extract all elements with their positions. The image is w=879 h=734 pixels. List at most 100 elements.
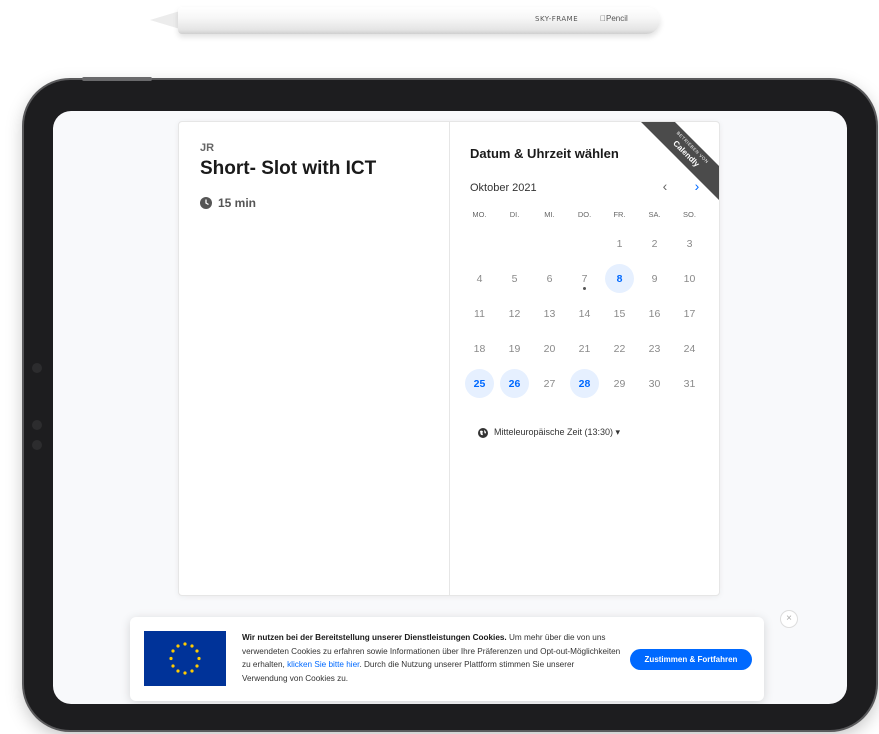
ipad-screen: JR Short- Slot with ICT 15 min Datum & U… — [53, 111, 847, 704]
calendar-week-row: 18 19 20 21 22 23 24 — [462, 331, 707, 366]
cookie-message-bold: Wir nutzen bei der Bereitstellung unsere… — [242, 633, 507, 642]
weekday-label: MI. — [544, 210, 555, 219]
duration-label: 15 min — [218, 196, 257, 210]
calendar-day-number: 26 — [500, 369, 529, 398]
calendar-day: 13 — [532, 296, 567, 331]
calendar-day: 6 — [532, 261, 567, 296]
calendar-day-number: 21 — [578, 342, 591, 355]
calendar-empty-cell — [497, 226, 532, 261]
ipad-sensor — [32, 420, 42, 430]
ipad-volume-button-2 — [122, 77, 152, 81]
eu-flag-icon — [144, 631, 226, 686]
calendar-day: 20 — [532, 331, 567, 366]
calendar-day: 19 — [497, 331, 532, 366]
calendar-day-number: 2 — [651, 237, 658, 250]
event-details-panel: JR Short- Slot with ICT 15 min — [179, 122, 450, 595]
calendar-day-number: 20 — [543, 342, 556, 355]
calendar-panel: Datum & Uhrzeit wählen Oktober 2021 ‹ › … — [450, 122, 719, 595]
calendar-day: 3 — [672, 226, 707, 261]
event-title: Short- Slot with ICT — [200, 158, 377, 179]
calendar-day-available[interactable]: 26 — [497, 366, 532, 401]
calendar-day: 16 — [637, 296, 672, 331]
calendar-day-number: 12 — [508, 307, 521, 320]
ipad-frame: JR Short- Slot with ICT 15 min Datum & U… — [24, 77, 876, 730]
calendar-day: 1 — [602, 226, 637, 261]
clock-icon — [200, 197, 212, 209]
calendar-day: 11 — [462, 296, 497, 331]
calendar-day-number: 4 — [476, 272, 483, 285]
calendar-day-number: 19 — [508, 342, 521, 355]
cookie-policy-link[interactable]: klicken Sie bitte hier — [287, 660, 359, 669]
month-label: Oktober 2021 — [470, 182, 537, 194]
weekday-label: DI. — [509, 210, 520, 219]
close-icon[interactable]: × — [780, 610, 798, 628]
calendar-day-number: 30 — [648, 377, 661, 390]
calendly-ribbon[interactable]: BETRIEBEN VON Calendly — [633, 122, 719, 207]
ribbon-powered-by: BETRIEBEN VON — [675, 130, 710, 165]
timezone-selector[interactable]: Mitteleuropäische Zeit (13:30) ▾ — [478, 427, 620, 438]
calendar-day: 9 — [637, 261, 672, 296]
calendar-day: 10 — [672, 261, 707, 296]
calendar-day-available[interactable]: 28 — [567, 366, 602, 401]
calendar-day-available[interactable]: 8 — [602, 261, 637, 296]
calendar-day-available[interactable]: 25 — [462, 366, 497, 401]
calendar-day: 31 — [672, 366, 707, 401]
host-initials: JR — [200, 142, 215, 154]
calendar-day-number: 8 — [605, 264, 634, 293]
calendar-day-number: 10 — [683, 272, 696, 285]
calendar-day: 21 — [567, 331, 602, 366]
event-duration: 15 min — [200, 196, 256, 210]
calendar-day-number: 31 — [683, 377, 696, 390]
calendar-day-number: 13 — [543, 307, 556, 320]
weekday-label: FR. — [613, 210, 626, 219]
calendar-week-row: 1 2 3 — [462, 226, 707, 261]
calendar-weeks: 1 2 3 4 5 6 7 8 9 10 11 12 13 14 15 16 17 18 19 20 21 22 23 24 2… — [462, 226, 707, 401]
calendar-day: 30 — [637, 366, 672, 401]
calendar-day-number: 5 — [511, 272, 518, 285]
pencil-tip — [150, 11, 180, 29]
timezone-label: Mitteleuropäische Zeit (13:30) ▾ — [494, 427, 621, 437]
calendar-grid: MO. DI. MI. DO. FR. SA. SO. 1 2 3 4 5 6 7 8 9 10 11 12 13 1… — [462, 210, 707, 401]
calendar-day-number: 23 — [648, 342, 661, 355]
weekday-label: SA. — [648, 210, 661, 219]
calendar-day: 12 — [497, 296, 532, 331]
calendar-day: 4 — [462, 261, 497, 296]
calendar-day-number: 3 — [686, 237, 693, 250]
calendar-day-number: 15 — [613, 307, 626, 320]
accept-cookies-button[interactable]: Zustimmen & Fortfahren — [630, 649, 752, 670]
calendar-day: 15 — [602, 296, 637, 331]
calendar-day-number: 16 — [648, 307, 661, 320]
today-indicator — [583, 287, 586, 290]
calendar-day-number: 17 — [683, 307, 696, 320]
calendar-day-number: 25 — [465, 369, 494, 398]
calendar-day-number: 27 — [543, 377, 556, 390]
chevron-left-icon[interactable]: ‹ — [656, 177, 674, 195]
calendar-day-number: 22 — [613, 342, 626, 355]
pencil-label: Pencil — [600, 14, 628, 23]
globe-icon — [478, 427, 488, 438]
calendar-day-number: 14 — [578, 307, 591, 320]
calendar-week-row: 11 12 13 14 15 16 17 — [462, 296, 707, 331]
calendar-day: 27 — [532, 366, 567, 401]
calendar-day-number: 7 — [581, 272, 588, 285]
cookie-message: Wir nutzen bei der Bereitstellung unsere… — [242, 631, 622, 685]
calendar-day-number: 18 — [473, 342, 486, 355]
calendar-day-number: 1 — [616, 237, 623, 250]
calendar-day: 18 — [462, 331, 497, 366]
calendar-day: 29 — [602, 366, 637, 401]
calendar-day-number: 24 — [683, 342, 696, 355]
calendar-day: 23 — [637, 331, 672, 366]
booking-card: JR Short- Slot with ICT 15 min Datum & U… — [178, 121, 720, 596]
calendar-day-number: 6 — [546, 272, 553, 285]
calendar-day-number: 11 — [474, 307, 485, 320]
calendar-day-number: 29 — [613, 377, 626, 390]
calendar-day: 17 — [672, 296, 707, 331]
calendar-week-row: 4 5 6 7 8 9 10 — [462, 261, 707, 296]
calendar-day: 7 — [567, 261, 602, 296]
calendar-day: 24 — [672, 331, 707, 366]
pencil-body — [178, 7, 660, 34]
calendar-day-number: 28 — [570, 369, 599, 398]
weekday-label: DO. — [577, 210, 592, 219]
calendar-heading: Datum & Uhrzeit wählen — [470, 146, 619, 161]
calendar-day: 14 — [567, 296, 602, 331]
